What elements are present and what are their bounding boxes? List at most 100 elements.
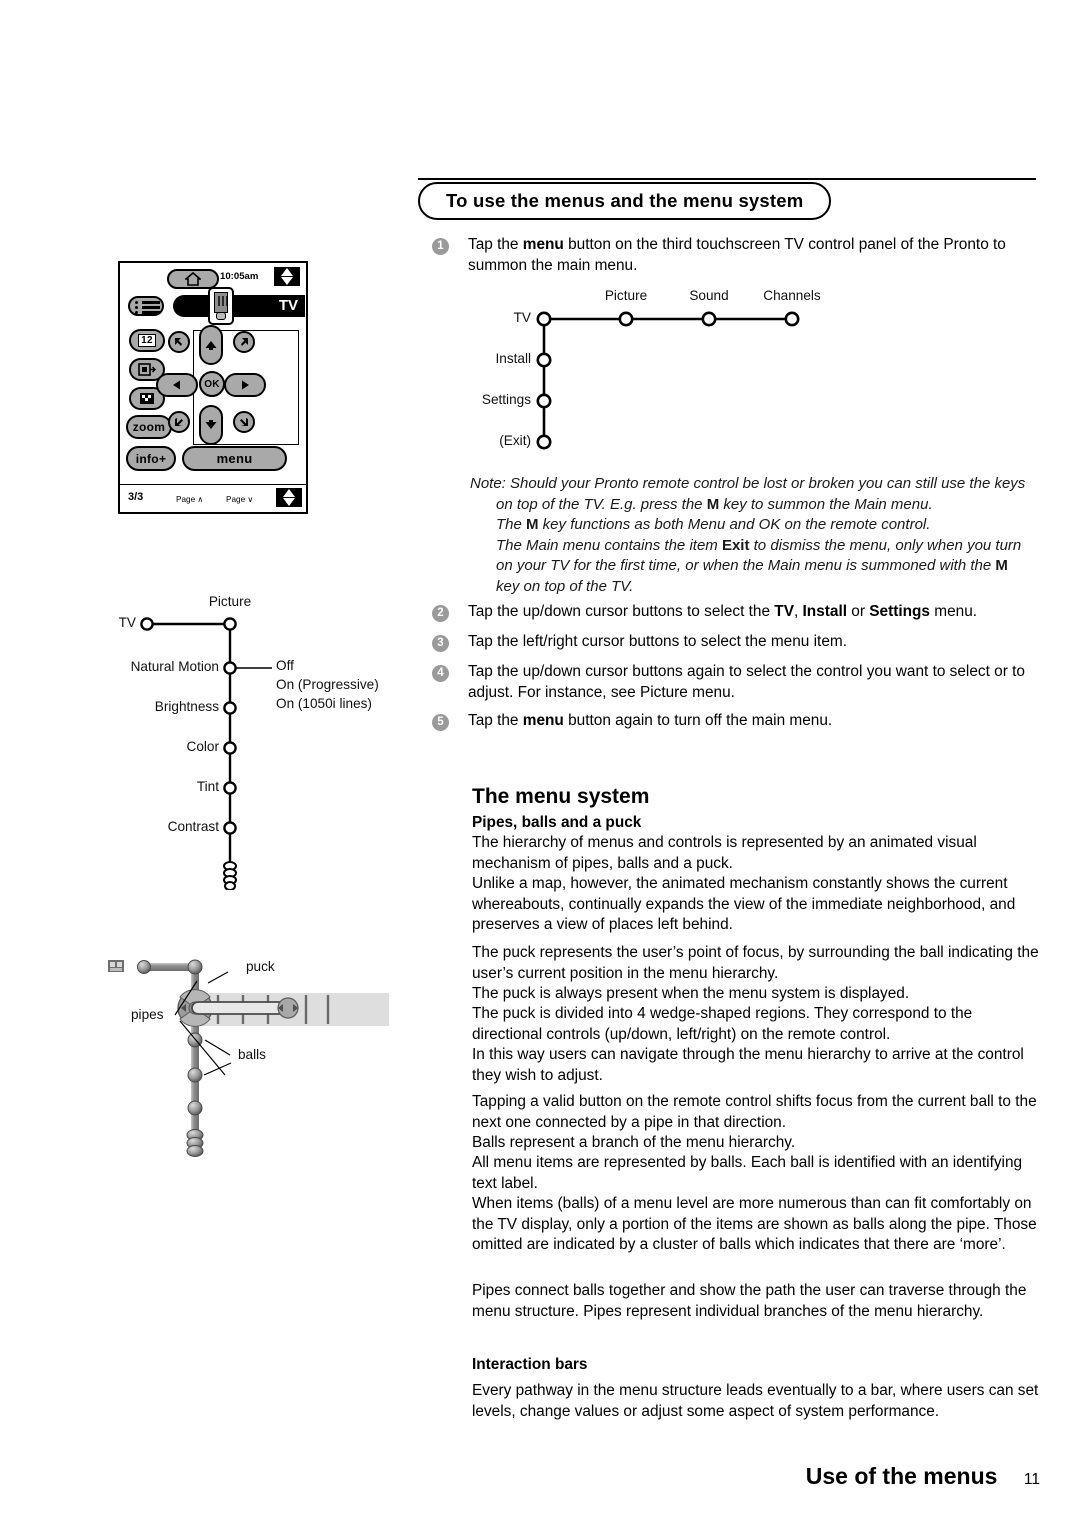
interaction-bar-knob — [277, 997, 299, 1019]
paragraph-12: Every pathway in the menu structure lead… — [472, 1382, 1039, 1420]
step-number: 3 — [432, 635, 449, 652]
step-5: 5 Tap the menu button again to turn off … — [432, 711, 1038, 732]
natural-motion-option-1050i: On (1050i lines) — [276, 696, 372, 711]
tree-label-picture: Picture — [604, 288, 648, 303]
picture-menu-tree-diagram: TV Picture Natural Motion Brightness Col… — [100, 590, 400, 891]
up-arrow-icon — [205, 341, 217, 350]
list-line — [142, 301, 160, 304]
paragraph-7: Tapping a valid button on the remote con… — [472, 1093, 1037, 1131]
pipes-balls-puck-diagram: puck pipes balls — [100, 945, 390, 1170]
natural-motion-option-progressive: On (Progressive) — [276, 677, 379, 692]
zoom-label: zoom — [132, 420, 166, 434]
menu-label: menu — [216, 451, 253, 466]
ok-button[interactable]: OK — [199, 371, 225, 397]
down-right-arrow-icon — [240, 418, 248, 426]
pronto-remote-illustration: 10:05am TV 12 zoom info+ OK menu 3/3 Pag… — [118, 261, 308, 514]
cursor-right-button[interactable] — [224, 373, 266, 397]
natural-motion-option-off: Off — [276, 658, 294, 673]
up-right-arrow-icon — [241, 338, 248, 346]
device-icon — [208, 287, 234, 325]
remote-page-up[interactable]: Page ∧ — [176, 494, 203, 504]
cursor-up-right-button[interactable] — [233, 331, 255, 353]
paragraph-6: In this way users can navigate through t… — [472, 1046, 1024, 1084]
remote-page-indicator: 3/3 — [128, 491, 144, 503]
note-block: Note: Should your Pronto remote control … — [470, 474, 1032, 598]
cursor-down-left-button[interactable] — [168, 411, 190, 433]
mosaic-icon — [140, 393, 154, 404]
cursor-down-button[interactable] — [199, 405, 223, 445]
footer-title: Use of the menus — [805, 1463, 998, 1489]
step-2: 2 Tap the up/down cursor buttons to sele… — [432, 602, 1038, 623]
list-dot — [135, 301, 138, 304]
device-bar: TV — [173, 295, 305, 317]
remote-page-down[interactable]: Page ∨ — [226, 494, 253, 504]
step-number: 4 — [432, 665, 449, 682]
step-text: Tap the up/down cursor buttons to select… — [468, 603, 978, 620]
tree-label-channels: Channels — [763, 288, 821, 303]
remote-footer: 3/3 Page ∧ Page ∨ — [120, 484, 306, 512]
note-line-3: The M key functions as both Menu and OK … — [496, 516, 931, 534]
menu-button[interactable]: menu — [182, 446, 287, 471]
page-footer: Use of the menus 11 — [470, 1463, 1040, 1490]
tree-label-install: Install — [495, 351, 531, 366]
pip-icon — [138, 363, 156, 376]
info-label: info+ — [135, 451, 167, 466]
step-3: 3 Tap the left/right cursor buttons to s… — [432, 632, 1038, 653]
paragraph-1: The hierarchy of menus and controls is r… — [472, 834, 977, 872]
step-number: 5 — [432, 714, 449, 731]
interaction-bars-heading: Interaction bars — [472, 1356, 588, 1374]
pipes-diagram-label-pipes: pipes — [131, 1007, 164, 1022]
home-button[interactable] — [167, 269, 219, 289]
paragraph-4: The puck is always present when the menu… — [472, 985, 910, 1003]
page-title: To use the menus and the menu system — [418, 182, 832, 220]
footer-page-number: 11 — [1023, 1471, 1040, 1488]
more-balls-cluster — [186, 1129, 204, 1157]
numbers-button[interactable]: 12 — [129, 329, 165, 352]
down-arrow-icon — [205, 420, 217, 429]
paragraph-11: Pipes connect balls together and show th… — [472, 1282, 1027, 1320]
paragraph-3: The puck represents the user’s point of … — [472, 944, 1039, 982]
zoom-button[interactable]: zoom — [126, 415, 172, 439]
cursor-left-button[interactable] — [156, 373, 198, 397]
right-arrow-icon — [242, 380, 249, 390]
down-left-arrow-icon — [175, 418, 183, 426]
step-text: Tap the menu button again to turn off th… — [468, 712, 833, 729]
picture-tree-label-brightness: Brightness — [154, 699, 219, 714]
device-button — [216, 312, 226, 320]
picture-tree-label-tv: TV — [118, 615, 136, 630]
cursor-up-button[interactable] — [199, 325, 223, 365]
list-button[interactable] — [128, 296, 164, 316]
numbers-label: 12 — [138, 334, 156, 347]
ball — [187, 959, 203, 975]
step-4: 4 Tap the up/down cursor buttons again t… — [432, 662, 1038, 703]
tree-label-exit: (Exit) — [499, 433, 531, 448]
pipes-diagram-label-balls: balls — [238, 1047, 266, 1062]
step-1: 1 Tap the menu button on the third touch… — [432, 235, 1038, 276]
paragraph-10: When items (balls) of a menu level are m… — [472, 1195, 1037, 1254]
list-line — [142, 306, 160, 309]
document-page: To use the menus and the menu system 1 T… — [0, 0, 1080, 1528]
note-line-2: on top of the TV. E.g. press the M key t… — [496, 495, 933, 513]
picture-tree-label-tint: Tint — [196, 779, 219, 794]
info-button[interactable]: info+ — [126, 446, 176, 471]
tree-label-sound: Sound — [689, 288, 729, 303]
ball — [187, 1067, 203, 1083]
more-balls-cluster — [223, 861, 237, 891]
up-left-arrow-icon — [175, 338, 182, 346]
list-dot — [135, 311, 138, 314]
cursor-down-right-button[interactable] — [233, 411, 255, 433]
tree-label-settings: Settings — [481, 392, 531, 407]
step-number: 1 — [432, 238, 449, 255]
tv-source-icon — [108, 960, 124, 972]
device-bar-label: TV — [278, 297, 298, 314]
list-line — [142, 311, 160, 314]
device-screen — [214, 292, 228, 313]
interaction-bar-slider — [191, 1001, 288, 1015]
page-header: To use the menus and the menu system — [418, 172, 1036, 220]
header-rule — [418, 178, 1036, 180]
note-line-1: Note: Should your Pronto remote control … — [470, 475, 1026, 492]
cursor-up-left-button[interactable] — [168, 331, 190, 353]
ok-label: OK — [204, 378, 220, 390]
menu-system-heading: The menu system — [472, 785, 650, 809]
ball — [187, 1100, 203, 1116]
